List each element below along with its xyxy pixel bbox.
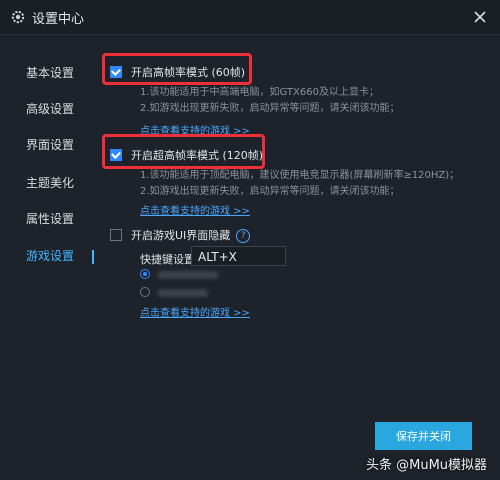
sidebar-item-advanced[interactable]: 高级设置 bbox=[0, 97, 96, 121]
ui-hide-checkbox[interactable] bbox=[110, 229, 122, 241]
sidebar-item-properties[interactable]: 属性设置 bbox=[0, 207, 96, 231]
save-and-close-button[interactable]: 保存并关闭 bbox=[375, 422, 472, 450]
gear-icon bbox=[11, 10, 25, 24]
radio-option-1-label bbox=[158, 271, 218, 279]
radio-option-1[interactable] bbox=[140, 269, 150, 279]
ui-hide-games-link[interactable]: 点击查看支持的游戏 >> bbox=[140, 304, 250, 319]
sidebar-item-theme[interactable]: 主题美化 bbox=[0, 171, 96, 195]
high-fps-label: 开启高帧率模式 (60帧) bbox=[131, 66, 246, 79]
hotkey-input[interactable]: ALT+X bbox=[191, 246, 286, 266]
high-fps-desc-2: 2.如游戏出现更新失败，启动异常等问题，请关闭该功能； bbox=[140, 103, 400, 114]
ui-hide-label: 开启游戏UI界面隐藏 bbox=[131, 229, 231, 242]
high-fps-desc-1: 1.该功能适用于中高端电脑，如GTX660及以上显卡； bbox=[140, 87, 379, 98]
sidebar-item-interface[interactable]: 界面设置 bbox=[0, 133, 96, 157]
game-settings-panel: 开启高帧率模式 (60帧) 1.该功能适用于中高端电脑，如GTX660及以上显卡… bbox=[98, 35, 498, 480]
close-icon[interactable] bbox=[470, 7, 490, 27]
radio-option-2-label bbox=[158, 289, 208, 297]
sidebar-item-basic[interactable]: 基本设置 bbox=[0, 61, 96, 85]
window-title: 设置中心 bbox=[32, 12, 85, 27]
sidebar-item-game[interactable]: 游戏设置 bbox=[0, 244, 96, 268]
high-fps-checkbox[interactable] bbox=[110, 66, 122, 78]
active-indicator bbox=[92, 250, 94, 264]
ui-hide-option[interactable]: 开启游戏UI界面隐藏? bbox=[110, 227, 251, 243]
title-bar: 设置中心 bbox=[0, 0, 500, 35]
hotkey-label: 快捷键设置 bbox=[140, 253, 195, 266]
ultra-fps-checkbox[interactable] bbox=[110, 149, 122, 161]
radio-option-2[interactable] bbox=[140, 287, 150, 297]
ultra-fps-label: 开启超高帧率模式 (120帧) bbox=[131, 149, 264, 162]
settings-window: 设置中心 基本设置 高级设置 界面设置 主题美化 属性设置 游戏设置 开启高帧率… bbox=[0, 0, 500, 480]
watermark: 头条 @MuMu模拟器 bbox=[366, 458, 488, 473]
ultra-fps-desc-2: 2.如游戏出现更新失败，启动异常等问题，请关闭该功能； bbox=[140, 186, 400, 197]
help-icon[interactable]: ? bbox=[236, 229, 251, 243]
ultra-fps-desc-1: 1.该功能适用于顶配电脑，建议使用电竞显示器(屏幕刷新率≥120HZ)； bbox=[140, 170, 460, 181]
sidebar: 基本设置 高级设置 界面设置 主题美化 属性设置 游戏设置 bbox=[0, 35, 96, 480]
ultra-fps-games-link[interactable]: 点击查看支持的游戏 >> bbox=[140, 202, 250, 217]
high-fps-option[interactable]: 开启高帧率模式 (60帧) bbox=[110, 64, 245, 80]
ultra-fps-option[interactable]: 开启超高帧率模式 (120帧) bbox=[110, 147, 263, 163]
